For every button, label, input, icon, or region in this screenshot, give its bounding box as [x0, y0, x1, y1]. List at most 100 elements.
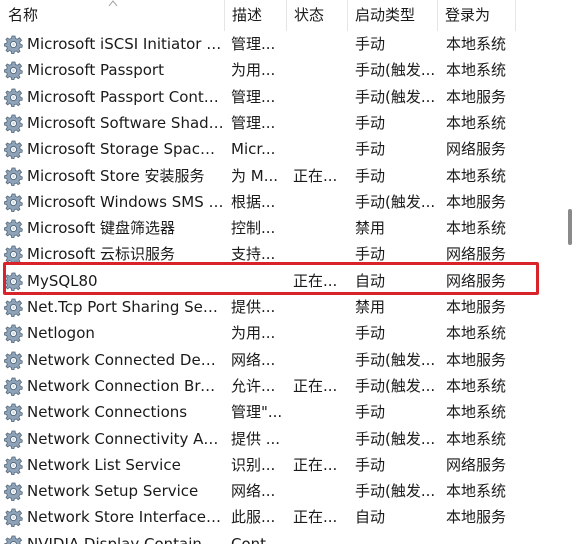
service-startup-type: 禁用 — [355, 219, 386, 238]
service-row[interactable]: Network Connected Devic... 网络... 手动(触发... 本… — [0, 347, 562, 373]
scrollbar-thumb[interactable] — [568, 209, 572, 245]
service-row[interactable]: Netlogon 为用... 手动 本地系统 — [0, 320, 562, 346]
service-status — [293, 84, 345, 110]
service-name: Netlogon — [27, 324, 95, 343]
service-row[interactable]: Microsoft iSCSI Initiator Ser... 管理... 手动 本… — [0, 31, 562, 57]
service-name: Network Store Interface Se... — [27, 508, 224, 527]
gear-service-icon — [4, 430, 23, 449]
service-row[interactable]: Microsoft Windows SMS 路... 根据... 手动(触发... 本… — [0, 189, 562, 215]
service-logon-as: 本地服务 — [446, 298, 507, 316]
gear-service-icon — [4, 88, 23, 107]
service-row[interactable]: Microsoft Software Shado... 管理... 手动 本地系统 — [0, 110, 562, 136]
service-logon-as: 本地系统 — [446, 166, 507, 185]
service-startup-type: 自动 — [355, 271, 386, 290]
service-logon-as: 本地系统 — [446, 61, 507, 80]
service-row[interactable]: Microsoft 云标识服务 支持... 手动 网络服务 — [0, 241, 562, 267]
service-row[interactable]: Network Store Interface Se... 此服... 正在... 自… — [0, 504, 562, 530]
service-row[interactable]: Network Connection Broker 允许... 正在... 手动(触发… — [0, 373, 562, 399]
service-logon-as: 网络服务 — [446, 140, 507, 159]
gear-service-icon — [4, 377, 23, 397]
column-header-logon-as[interactable]: 登录为 — [437, 0, 515, 31]
gear-service-icon — [4, 298, 23, 318]
gear-service-icon — [4, 219, 23, 239]
gear-service-icon — [4, 114, 23, 134]
service-status — [293, 189, 345, 215]
service-startup-type: 手动(触发... — [355, 192, 436, 211]
service-row[interactable]: Network Connectivity Assis... 提供 ... 手动(触发… — [0, 426, 562, 452]
service-description: 根据... — [231, 192, 276, 211]
service-startup-type: 手动 — [355, 245, 386, 264]
service-startup-type: 手动 — [355, 140, 386, 159]
service-row[interactable]: Network Setup Service 网络... 手动(触发... 本地系统 — [0, 478, 562, 504]
service-status — [293, 399, 345, 425]
service-startup-type: 手动 — [355, 455, 386, 474]
service-name: NVIDIA Display Container LS — [27, 534, 224, 544]
service-status: 正在... — [293, 166, 338, 185]
service-row[interactable]: Microsoft Passport 为用... 手动(触发... 本地系统 — [0, 57, 562, 83]
service-row[interactable]: MySQL80 正在... 自动 网络服务 — [0, 268, 562, 294]
service-description: Micr... — [231, 140, 276, 159]
service-startup-type: 手动 — [355, 35, 386, 53]
column-header-status[interactable]: 状态 — [286, 0, 347, 31]
service-name: Microsoft Windows SMS 路... — [27, 192, 224, 211]
service-row[interactable]: NVIDIA Display Container LS Cont... — [0, 531, 562, 544]
service-name: Microsoft 云标识服务 — [27, 245, 176, 264]
service-logon-as: 本地系统 — [446, 482, 507, 501]
service-status — [293, 531, 345, 544]
service-status: 正在... — [293, 376, 338, 395]
service-description: 控制... — [231, 219, 276, 238]
service-status — [293, 426, 345, 452]
service-description: 管理... — [231, 87, 276, 106]
service-name: Microsoft Software Shado... — [27, 113, 224, 132]
column-header-description[interactable]: 描述 — [224, 0, 286, 31]
gear-service-icon — [4, 61, 23, 81]
service-logon-as: 本地系统 — [446, 113, 507, 132]
service-status — [293, 320, 345, 346]
service-status — [293, 31, 345, 57]
vertical-scrollbar[interactable] — [562, 31, 579, 544]
service-description — [231, 268, 284, 294]
service-row[interactable]: Net.Tcp Port Sharing Service 提供... 禁用 本地服务 — [0, 294, 562, 320]
service-row[interactable]: Microsoft Passport Container 管理... 手动(触发..… — [0, 84, 562, 110]
service-status — [293, 478, 345, 504]
service-description: Cont... — [231, 534, 281, 544]
service-status — [293, 136, 345, 162]
gear-service-icon — [4, 351, 23, 370]
service-startup-type: 手动(触发... — [355, 350, 436, 369]
service-logon-as: 网络服务 — [446, 271, 507, 290]
column-divider[interactable] — [515, 0, 516, 31]
service-logon-as: 本地系统 — [446, 376, 507, 395]
gear-service-icon — [4, 140, 23, 160]
service-startup-type: 手动 — [355, 166, 386, 185]
service-description: 为用... — [231, 324, 276, 343]
service-name: Network Connectivity Assis... — [27, 429, 224, 448]
service-status: 正在... — [293, 508, 338, 527]
service-description: 为用... — [231, 61, 276, 80]
service-description: 识别... — [231, 455, 276, 474]
service-name: Microsoft Passport Container — [27, 87, 224, 106]
service-name: Microsoft Store 安装服务 — [27, 166, 205, 185]
service-row[interactable]: Microsoft 键盘筛选器 控制... 禁用 本地系统 — [0, 215, 562, 241]
service-row[interactable]: Network Connections 管理"... 手动 本地系统 — [0, 399, 562, 425]
service-logon-as: 本地服务 — [446, 192, 507, 211]
service-row[interactable]: Microsoft Store 安装服务 为 M... 正在... 手动 本地系统 — [0, 163, 562, 189]
service-startup-type: 手动(触发... — [355, 61, 436, 80]
service-logon-as: 本地服务 — [446, 87, 507, 106]
service-row[interactable]: Microsoft Storage Spaces S... Micr... 手动 网络… — [0, 136, 562, 162]
service-description: 网络... — [231, 482, 276, 501]
gear-service-icon — [4, 456, 23, 475]
service-logon-as: 本地系统 — [446, 35, 507, 53]
service-startup-type: 手动(触发... — [355, 482, 436, 501]
service-startup-type: 手动 — [355, 113, 386, 132]
service-row[interactable]: Network List Service 识别... 正在... 手动 网络服务 — [0, 452, 562, 478]
service-description: 网络... — [231, 350, 276, 369]
service-startup-type: 禁用 — [355, 298, 386, 316]
service-logon-as: 本地系统 — [446, 403, 507, 422]
service-status — [293, 347, 345, 373]
column-header-startup-type[interactable]: 启动类型 — [347, 0, 437, 31]
service-startup-type: 手动 — [355, 324, 386, 343]
column-header-name[interactable]: 名称 — [0, 0, 224, 31]
service-status — [293, 57, 345, 83]
service-logon-as: 本地系统 — [446, 429, 507, 448]
service-logon-as: 本地系统 — [446, 219, 507, 238]
